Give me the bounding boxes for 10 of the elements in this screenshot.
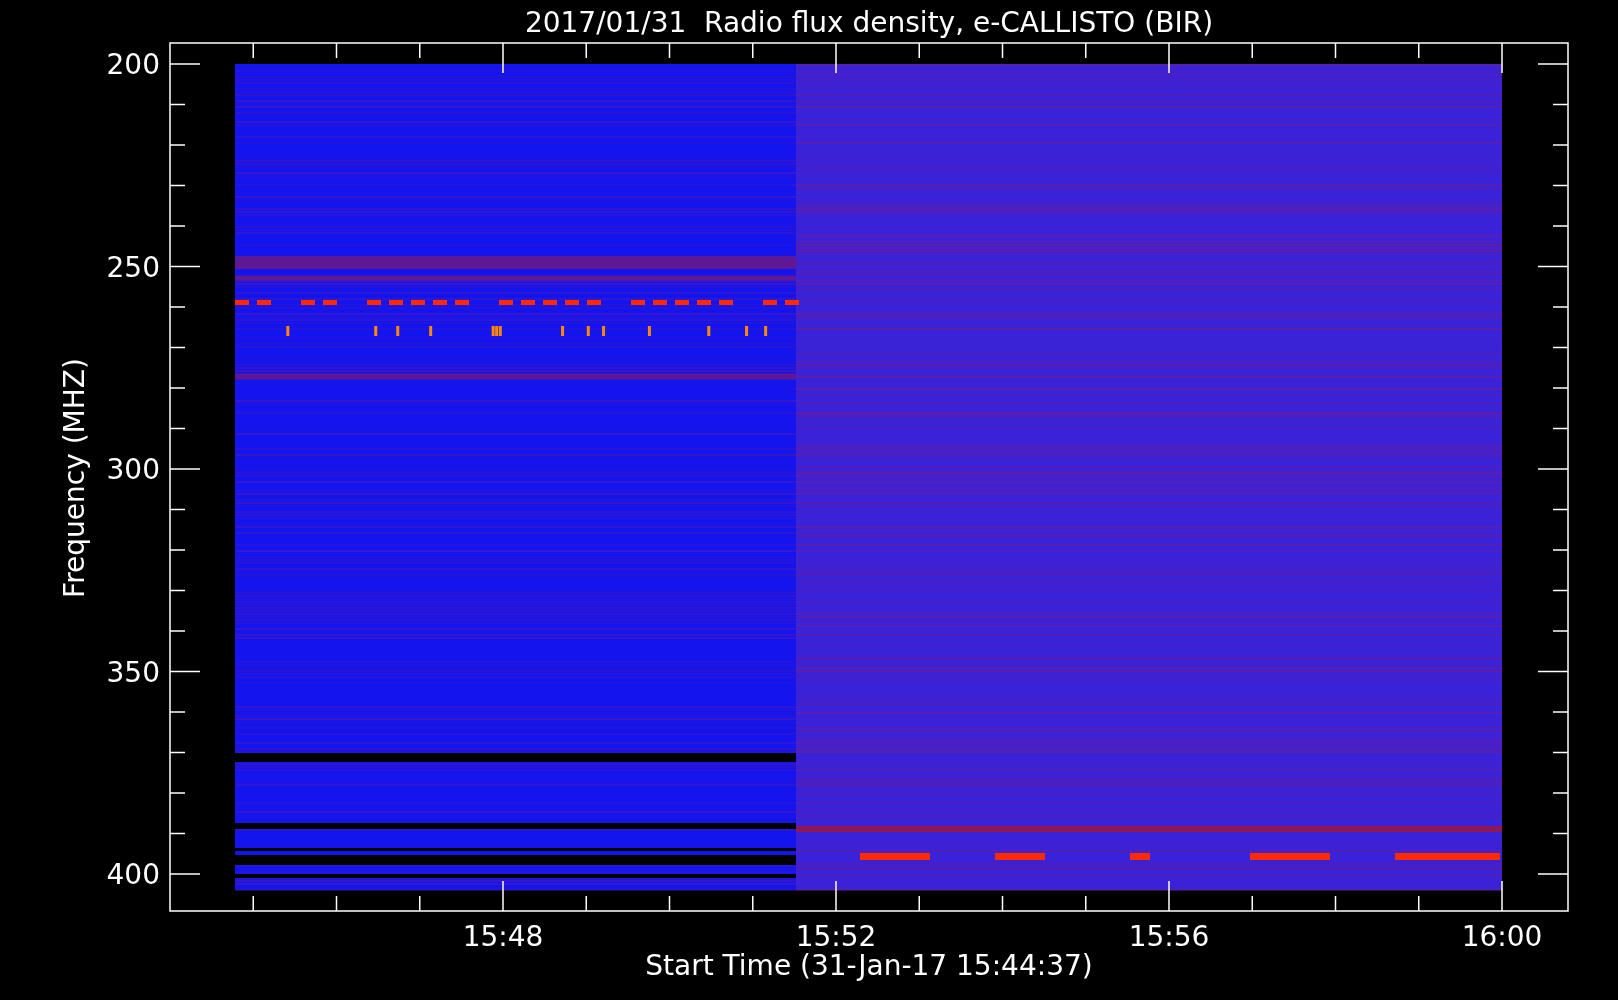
y-axis-tick-label: 200 bbox=[106, 48, 160, 81]
x-axis-tick-label: 15:48 bbox=[462, 920, 544, 953]
y-axis-tick-label: 400 bbox=[106, 858, 160, 891]
y-axis-tick-label: 250 bbox=[106, 250, 160, 284]
y-axis-label: Frequency (MHZ) bbox=[58, 358, 91, 598]
y-axis-tick-label: 350 bbox=[106, 655, 160, 689]
x-axis-tick-label: 16:00 bbox=[1461, 920, 1543, 953]
y-axis-tick-label: 300 bbox=[106, 453, 160, 486]
chart-title: 2017/01/31 Radio flux density, e-CALLISTO (BIR) bbox=[524, 6, 1214, 39]
x-axis-tick-label: 15:56 bbox=[1128, 920, 1210, 953]
